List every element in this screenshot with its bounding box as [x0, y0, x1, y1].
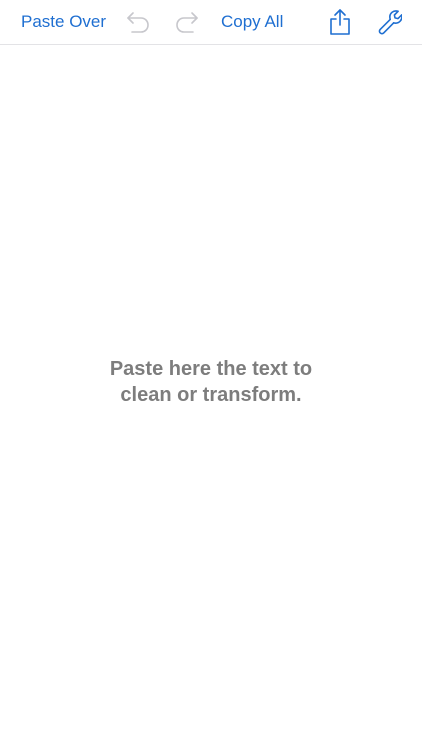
wrench-icon[interactable] — [376, 9, 402, 35]
redo-icon[interactable] — [175, 10, 201, 34]
undo-icon[interactable] — [124, 10, 150, 34]
placeholder-line-2: clean or transform. — [120, 384, 302, 406]
placeholder-line-1: Paste here the text to — [109, 358, 313, 380]
text-editor-area[interactable]: Paste here the text to clean or transfor… — [0, 46, 422, 750]
editor-placeholder: Paste here the text to clean or transfor… — [61, 356, 361, 408]
paste-over-button[interactable]: Paste Over — [21, 11, 106, 33]
share-icon[interactable] — [328, 8, 352, 36]
top-toolbar: Paste Over Copy All — [0, 0, 422, 45]
copy-all-button[interactable]: Copy All — [221, 11, 283, 33]
